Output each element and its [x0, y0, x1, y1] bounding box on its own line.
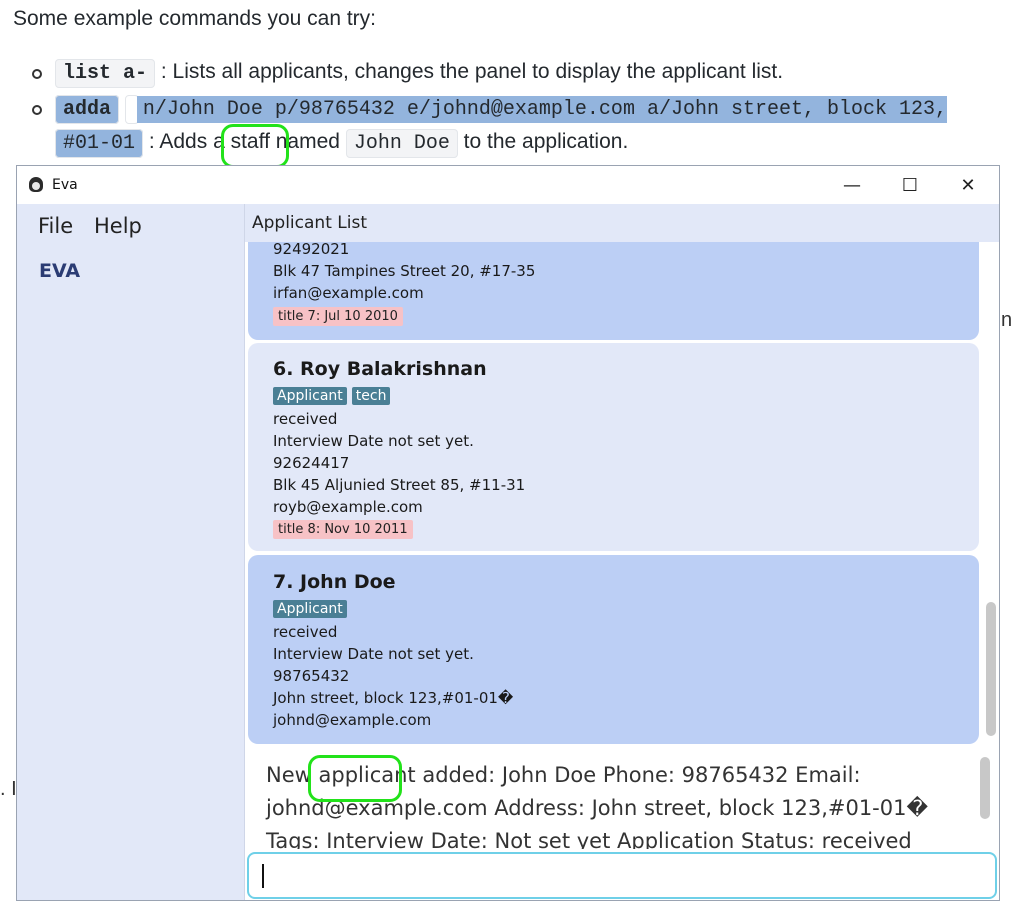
window-title: Eva: [52, 177, 78, 193]
minimize-button[interactable]: —: [823, 166, 881, 204]
doc-desc-a: : Adds a: [148, 130, 225, 153]
close-button[interactable]: ✕: [939, 166, 997, 204]
tag-badge: Applicant: [273, 387, 347, 405]
bullet-icon: [32, 105, 42, 115]
list-item[interactable]: 7. John Doe Applicant received Interview…: [248, 555, 979, 744]
applicant-list[interactable]: 92492021 Blk 47 Tampines Street 20, #17-…: [245, 242, 999, 749]
applicant-email: royb@example.com: [273, 498, 423, 516]
maximize-button[interactable]: ☐: [881, 166, 939, 204]
sidebar: File Help EVA: [17, 204, 245, 900]
list-scrollbar[interactable]: [983, 242, 999, 749]
text-caret: [262, 864, 264, 888]
applicant-status: received: [273, 410, 338, 428]
background-text-fragment: n: [1001, 309, 1013, 331]
applicant-interview: Interview Date not set yet.: [273, 645, 474, 663]
result-word-new: New: [266, 763, 312, 787]
panel-header: Applicant List: [245, 204, 999, 242]
doc-command-2-line2: #01-01 : Adds a staff named John Doe to …: [55, 129, 629, 158]
title-bar: Eva — ☐ ✕: [17, 166, 999, 204]
date-tag: title 8: Nov 10 2011: [273, 520, 413, 539]
applicant-status: received: [273, 623, 338, 641]
list-item[interactable]: 92492021 Blk 47 Tampines Street 20, #17-…: [248, 242, 979, 340]
applicant-address: Blk 45 Aljunied Street 85, #11-31: [273, 476, 526, 494]
menu-help[interactable]: Help: [94, 214, 142, 238]
applicant-email: irfan@example.com: [273, 284, 424, 302]
applicant-name: 7. John Doe: [273, 571, 396, 593]
doc-desc-c: to the application.: [463, 130, 629, 153]
code-list-command: list a-: [55, 59, 156, 88]
bullet-icon: [32, 69, 42, 79]
applicant-name: 6. Roy Balakrishnan: [273, 358, 487, 380]
command-box[interactable]: [247, 852, 997, 899]
tag-badge: Applicant: [273, 600, 347, 618]
applicant-phone: 92492021: [273, 242, 350, 258]
menu-file[interactable]: File: [38, 214, 73, 238]
list-item[interactable]: 6. Roy Balakrishnan Applicant tech receiv…: [248, 343, 979, 551]
doc-command-1-desc: : Lists all applicants, changes the pane…: [160, 60, 784, 83]
code-john-doe: John Doe: [345, 129, 458, 158]
date-tag: title 7: Jul 10 2010: [273, 307, 403, 326]
applicant-address: John street, block 123,#01-01�: [273, 689, 514, 707]
background-text-fragment-left: . I: [0, 778, 17, 800]
sidebar-brand: EVA: [39, 260, 81, 282]
applicant-email: johnd@example.com: [273, 711, 432, 729]
code-adda-args-2: #01-01: [55, 129, 144, 158]
app-icon: [29, 177, 43, 192]
doc-intro-text: Some example commands you can try:: [13, 7, 376, 30]
annotation-circle-applicant: [308, 755, 402, 802]
applicant-interview: Interview Date not set yet.: [273, 432, 474, 450]
applicant-phone: 92624417: [273, 454, 350, 472]
panel-title: Applicant List: [252, 213, 367, 233]
eva-window: Eva — ☐ ✕ File Help EVA Applicant List 9…: [16, 165, 1000, 901]
documentation-area: Some example commands you can try: list …: [0, 0, 1026, 168]
applicant-address: Blk 47 Tampines Street 20, #17-35: [273, 262, 536, 280]
command-input[interactable]: [261, 862, 985, 892]
applicant-phone: 98765432: [273, 667, 350, 685]
tag-badge: tech: [351, 387, 391, 405]
code-adda-command: adda: [55, 95, 120, 124]
doc-command-2: adda n/John Doe p/98765432 e/johnd@examp…: [55, 95, 947, 124]
result-scrollbar[interactable]: [980, 757, 990, 819]
annotation-circle-staff: [221, 124, 289, 168]
doc-command-1: list a- : Lists all applicants, changes …: [55, 59, 784, 88]
list-scrollbar-thumb[interactable]: [986, 602, 996, 736]
code-adda-args: n/John Doe p/98765432 e/johnd@example.co…: [136, 96, 947, 123]
